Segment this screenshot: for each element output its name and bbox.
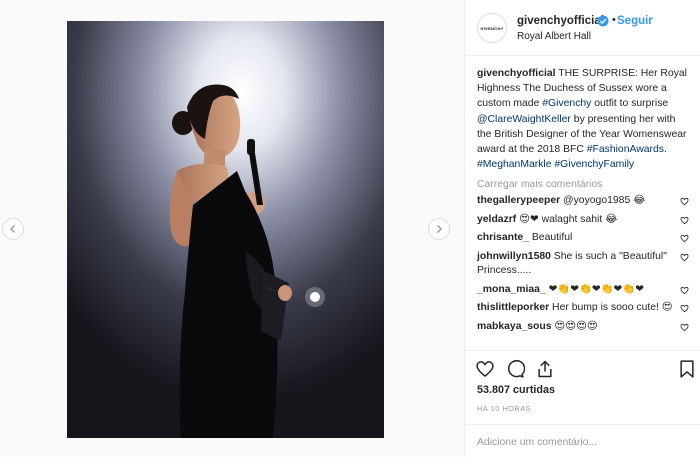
comment-like-heart-icon[interactable] xyxy=(680,323,689,332)
comment-text: 😍❤ walaght sahit 😂 xyxy=(516,213,618,225)
load-more-comments-button[interactable]: Carregar mais comentários xyxy=(477,179,691,190)
comment-like-heart-icon[interactable] xyxy=(680,253,689,262)
verified-badge-icon xyxy=(597,15,609,27)
comment-username[interactable]: mabkaya_sous xyxy=(477,321,552,332)
comment-row: mabkaya_sous 😍😍😍😍 xyxy=(477,320,691,335)
post-header: GIVENCHY givenchyofficial • Seguir Royal… xyxy=(465,0,700,56)
post-actions: 53.807 curtidas HÁ 10 HORAS xyxy=(465,350,700,457)
hashtag-fashionawards[interactable]: #FashionAwards xyxy=(587,144,664,155)
comment-row: yeldazrf 😍❤ walaght sahit 😂 xyxy=(477,213,691,228)
hashtag-givenchy[interactable]: #Givenchy xyxy=(542,98,591,109)
avatar-label: GIVENCHY xyxy=(480,25,504,31)
comments-list[interactable]: givenchyofficial THE SURPRISE: Her Royal… xyxy=(465,66,700,350)
caption-username[interactable]: givenchyofficial xyxy=(477,68,556,79)
username-link[interactable]: givenchyofficial xyxy=(517,15,604,27)
comment-username[interactable]: johnwillyn1580 xyxy=(477,251,551,262)
comment-username[interactable]: thislittleporker xyxy=(477,302,549,313)
comment-row: thislittleporker Her bump is sooo cute! … xyxy=(477,301,691,316)
post-caption: givenchyofficial THE SURPRISE: Her Royal… xyxy=(477,66,691,172)
heart-icon[interactable] xyxy=(475,359,495,379)
post-sidebar: GIVENCHY givenchyofficial • Seguir Royal… xyxy=(464,0,700,457)
add-comment-section xyxy=(465,424,700,457)
comment-username[interactable]: chrisante_ xyxy=(477,232,529,243)
comment-like-heart-icon[interactable] xyxy=(680,216,689,225)
follow-button[interactable]: Seguir xyxy=(617,15,653,27)
comment-input[interactable] xyxy=(477,433,687,451)
location-link[interactable]: Royal Albert Hall xyxy=(517,31,591,42)
photo-illustration xyxy=(67,21,384,438)
post-timestamp[interactable]: HÁ 10 HORAS xyxy=(477,404,531,413)
comment-like-heart-icon[interactable] xyxy=(680,304,689,313)
comment-username[interactable]: yeldazrf xyxy=(477,214,516,225)
caption-text-2: outfit to surprise xyxy=(591,98,669,110)
bookmark-icon[interactable] xyxy=(677,359,697,379)
separator-dot: • xyxy=(612,14,616,26)
mention-clarewaightkeller[interactable]: @ClareWaightKeller xyxy=(477,114,571,125)
comment-text: ❤👏❤👏❤👏❤👏❤ xyxy=(545,283,644,295)
comment-row: johnwillyn1580 She is such a "Beautiful"… xyxy=(477,250,691,279)
comment-like-heart-icon[interactable] xyxy=(680,286,689,295)
next-post-button[interactable] xyxy=(428,218,450,240)
caption-text-4: . xyxy=(663,144,667,156)
comment-icon[interactable] xyxy=(505,359,525,379)
post-photo[interactable] xyxy=(67,21,384,438)
comment-text: Her bump is sooo cute! 😍 xyxy=(549,302,673,314)
comment-text: @yoyogo1985 😂 xyxy=(560,195,646,207)
chevron-right-icon xyxy=(437,225,442,233)
previous-post-button[interactable] xyxy=(2,218,24,240)
hashtag-meghanmarkle[interactable]: #MeghanMarkle xyxy=(477,159,552,170)
comment-username[interactable]: _mona_miaa_ xyxy=(477,284,546,295)
avatar[interactable]: GIVENCHY xyxy=(477,13,507,43)
comment-row: thegallerypeeper @yoyogo1985 😂 xyxy=(477,194,691,209)
comment-username[interactable]: thegallerypeeper xyxy=(477,195,560,206)
share-icon[interactable] xyxy=(535,359,555,379)
comment-row: _mona_miaa_ ❤👏❤👏❤👏❤👏❤ xyxy=(477,283,691,298)
comment-text: Beautiful xyxy=(528,232,573,244)
comment-row: chrisante_ Beautiful xyxy=(477,231,691,246)
comment-like-heart-icon[interactable] xyxy=(680,234,689,243)
comment-like-heart-icon[interactable] xyxy=(680,197,689,206)
comment-text: 😍😍😍😍 xyxy=(551,320,598,332)
hashtag-givenchyfamily[interactable]: #GivenchyFamily xyxy=(554,159,634,170)
likes-count[interactable]: 53.807 curtidas xyxy=(477,384,555,396)
chevron-left-icon xyxy=(10,225,15,233)
